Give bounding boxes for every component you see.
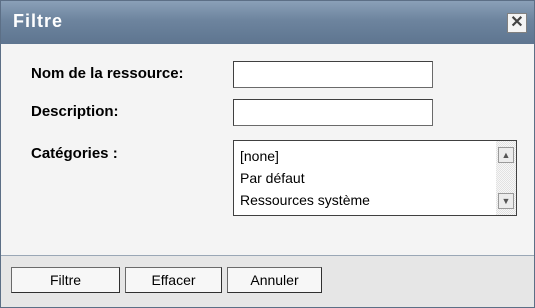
scroll-down-button[interactable]: ▼: [498, 193, 514, 209]
resource-name-input[interactable]: [233, 61, 433, 88]
categories-listbox[interactable]: [none] Par défaut Ressources système ▲ ▼: [233, 140, 517, 216]
filter-dialog: Filtre ✕ Nom de la ressource: Descriptio…: [0, 0, 535, 308]
clear-button[interactable]: Effacer: [125, 267, 222, 293]
resource-name-label: Nom de la ressource:: [31, 65, 184, 82]
cancel-button[interactable]: Annuler: [227, 267, 322, 293]
filter-button[interactable]: Filtre: [11, 267, 120, 293]
description-input[interactable]: [233, 99, 433, 126]
list-item[interactable]: Par défaut: [240, 170, 305, 186]
close-button[interactable]: ✕: [507, 13, 527, 33]
scroll-down-arrow-icon: ▼: [501, 196, 511, 206]
close-icon: ✕: [510, 14, 524, 31]
description-label: Description:: [31, 103, 119, 120]
scroll-up-button[interactable]: ▲: [498, 147, 514, 163]
scroll-up-arrow-icon: ▲: [501, 150, 511, 160]
listbox-scrollbar[interactable]: ▲ ▼: [496, 141, 516, 215]
dialog-title: Filtre: [13, 11, 64, 31]
list-item[interactable]: [none]: [240, 148, 279, 164]
categories-label: Catégories :: [31, 145, 118, 162]
list-item[interactable]: Ressources système: [240, 192, 370, 208]
dialog-titlebar: Filtre ✕: [1, 1, 534, 44]
